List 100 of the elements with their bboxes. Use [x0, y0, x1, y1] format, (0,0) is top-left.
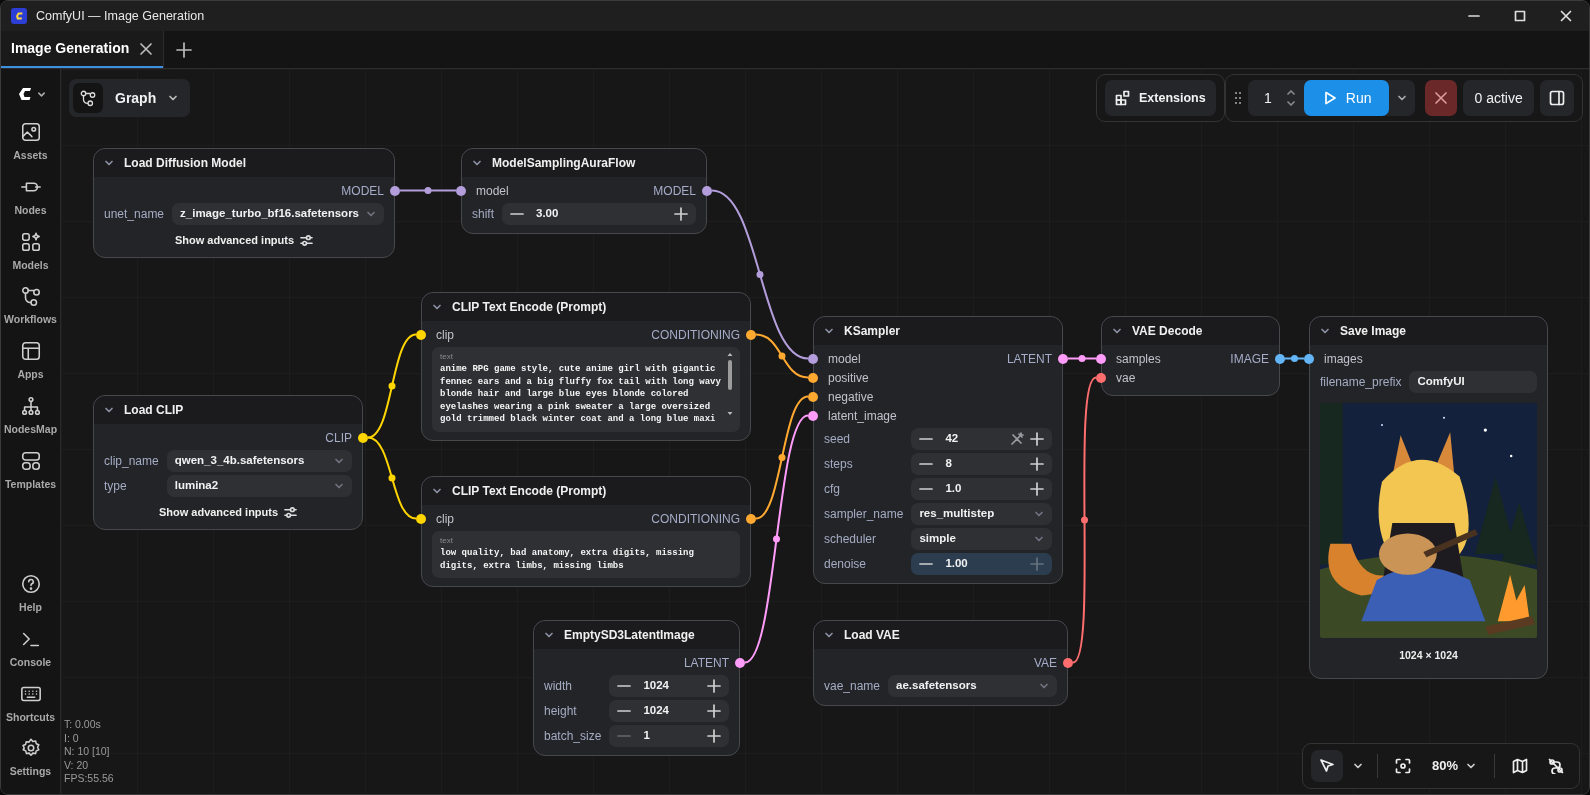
sidebar-item[interactable]: NodesMap: [1, 388, 61, 444]
number-field[interactable]: 8: [911, 453, 1052, 475]
randomize-button[interactable]: [1010, 432, 1024, 446]
pointer-tool-button[interactable]: [1310, 750, 1343, 782]
number-field[interactable]: 1024: [609, 675, 729, 697]
input-socket[interactable]: [1096, 353, 1106, 364]
dropdown-field[interactable]: simple: [911, 528, 1052, 550]
input-label: clip: [436, 326, 454, 344]
connection-wire[interactable]: [1284, 355, 1305, 362]
widget-label: filename_prefix: [1320, 374, 1402, 391]
collapse-toggle[interactable]: [432, 302, 442, 312]
dropdown-field[interactable]: res_multistep: [911, 503, 1052, 525]
widget-label: denoise: [824, 556, 868, 573]
collapse-toggle[interactable]: [1320, 326, 1330, 336]
increment-button[interactable]: [1030, 457, 1044, 471]
dropdown-field[interactable]: z_image_turbo_bf16.safetensors: [172, 203, 384, 225]
input-socket[interactable]: [456, 185, 466, 196]
connection-wire[interactable]: [399, 187, 457, 194]
extensions-button[interactable]: Extensions: [1105, 80, 1216, 116]
collapse-toggle[interactable]: [104, 158, 114, 168]
node-title: Save Image: [1340, 323, 1407, 340]
sidebar-item[interactable]: Workflows: [1, 279, 61, 334]
collapse-toggle[interactable]: [544, 630, 554, 640]
panel-toggle-button[interactable]: [1539, 80, 1574, 116]
connection-wire[interactable]: [744, 414, 809, 664]
hierarchy-icon: [19, 394, 42, 417]
number-field[interactable]: 1.0: [911, 478, 1052, 500]
input-socket[interactable]: [808, 410, 818, 421]
output-socket[interactable]: [746, 329, 756, 340]
increment-button[interactable]: [674, 207, 688, 221]
stat-text: V: 20: [64, 758, 90, 773]
sidebar-item[interactable]: Help: [1, 567, 61, 622]
connection-wire[interactable]: [755, 333, 809, 379]
sidebar-item[interactable]: Nodes: [1, 169, 61, 225]
queue-button[interactable]: 0 active: [1463, 80, 1534, 116]
increment-button[interactable]: [707, 704, 721, 718]
connection-wire[interactable]: [1072, 376, 1097, 664]
collapse-toggle[interactable]: [824, 326, 834, 336]
input-socket[interactable]: [1304, 353, 1314, 364]
input-label: images: [1324, 350, 1363, 368]
text-field[interactable]: ComfyUI: [1409, 371, 1537, 393]
output-socket[interactable]: [746, 513, 756, 524]
dropdown-field[interactable]: lumina2: [166, 475, 352, 497]
plus-icon: [1030, 432, 1044, 446]
sidebar-item[interactable]: Templates: [1, 443, 61, 499]
number-value: 1024: [642, 678, 670, 694]
node-title: ModelSamplingAuraFlow: [492, 155, 636, 172]
collapse-toggle[interactable]: [104, 405, 114, 415]
plus-icon: [707, 729, 721, 743]
zoom-button[interactable]: 80%: [1423, 756, 1484, 776]
output-socket[interactable]: [735, 657, 745, 668]
increment-button[interactable]: [707, 729, 721, 743]
sidebar-item[interactable]: Models: [1, 224, 61, 280]
sidebar-item[interactable]: Settings: [1, 731, 61, 786]
prompt-text-area[interactable]: text low quality, bad anatomy, extra digits, missing digits, extra limbs, missing limbs: [432, 531, 740, 578]
sidebar-item[interactable]: Apps: [1, 334, 61, 389]
number-field[interactable]: 3.00: [502, 203, 696, 225]
increment-button[interactable]: [1030, 432, 1044, 446]
sidebar-item[interactable]: Shortcuts: [1, 676, 61, 732]
increment-button[interactable]: [707, 679, 721, 693]
output-socket[interactable]: [390, 185, 400, 196]
collapse-toggle[interactable]: [824, 630, 834, 640]
collapse-toggle[interactable]: [472, 158, 482, 168]
dropdown-field[interactable]: ae.safetensors: [888, 675, 1057, 697]
cancel-button[interactable]: [1425, 80, 1458, 116]
number-field[interactable]: 1024: [609, 700, 729, 722]
input-socket[interactable]: [808, 372, 818, 383]
collapse-toggle[interactable]: [432, 486, 442, 496]
increment-button[interactable]: [1030, 482, 1044, 496]
tab-close-button[interactable]: [139, 41, 154, 56]
tab[interactable]: Image Generation: [1, 31, 164, 68]
prompt-text-area[interactable]: [432, 347, 740, 432]
batch-count-field[interactable]: 1: [1248, 80, 1304, 116]
output-socket[interactable]: [1275, 353, 1285, 364]
graph-menu-button[interactable]: Graph: [69, 79, 191, 117]
output-socket[interactable]: [358, 432, 368, 443]
connection-wire[interactable]: [755, 395, 809, 520]
sidebar-item[interactable]: Assets: [1, 115, 61, 170]
chevron-down-icon: [334, 456, 344, 466]
output-socket[interactable]: [1058, 353, 1068, 364]
number-field[interactable]: 1.00: [911, 553, 1052, 575]
number-field[interactable]: 1: [609, 725, 729, 747]
advanced-inputs-button[interactable]: Show advanced inputs: [174, 232, 314, 249]
chevron-down-icon: [366, 209, 376, 219]
dropdown-field[interactable]: qwen_3_4b.safetensors: [166, 450, 352, 472]
input-socket[interactable]: [1096, 372, 1106, 383]
input-label: latent_image: [828, 407, 897, 425]
input-socket[interactable]: [416, 329, 426, 340]
sidebar-item[interactable]: Console: [1, 621, 61, 677]
collapse-toggle[interactable]: [1112, 326, 1122, 336]
output-socket[interactable]: [702, 185, 712, 196]
output-socket[interactable]: [1063, 657, 1073, 668]
connection-wire[interactable]: [1067, 355, 1097, 362]
node-title: CLIP Text Encode (Prompt): [452, 299, 607, 316]
input-socket[interactable]: [808, 391, 818, 402]
input-socket[interactable]: [808, 353, 818, 364]
advanced-inputs-button[interactable]: Show advanced inputs: [158, 504, 298, 521]
scrollbar[interactable]: [726, 351, 734, 417]
number-field[interactable]: 42: [911, 428, 1052, 450]
input-socket[interactable]: [416, 513, 426, 524]
